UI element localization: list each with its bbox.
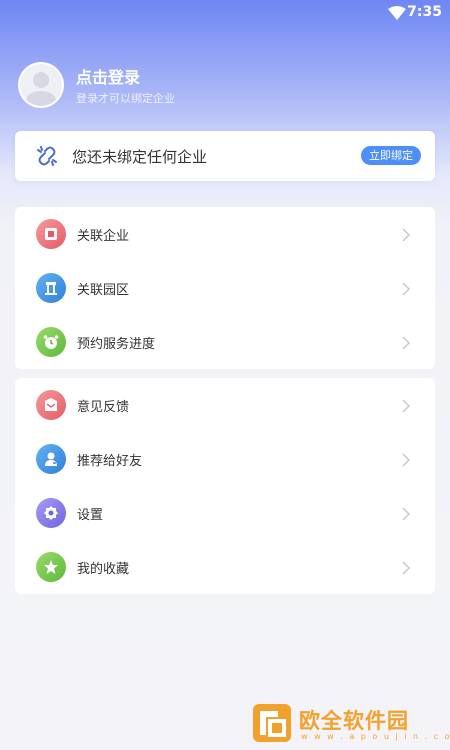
menu-item-label: 关联企业 [77, 229, 130, 244]
wifi-icon [388, 5, 406, 24]
chevron-right-icon [402, 452, 411, 471]
avatar-placeholder-icon[interactable] [18, 62, 64, 108]
star-icon [36, 552, 66, 582]
login-header[interactable]: 点击登录 登录才可以绑定企业 [18, 62, 318, 110]
chevron-right-icon [402, 398, 411, 417]
chevron-right-icon [402, 281, 411, 300]
watermark-text: 欧全软件园 [299, 709, 409, 733]
menu-item-recommend-friend[interactable]: 推荐给好友 [15, 432, 435, 486]
chevron-right-icon [402, 560, 411, 579]
menu-group-2: 意见反馈 推荐给好友 设置 我的收藏 [15, 378, 435, 594]
feedback-icon [36, 390, 66, 420]
gear-icon [36, 498, 66, 528]
menu-item-feedback[interactable]: 意见反馈 [15, 378, 435, 432]
login-subtitle: 登录才可以绑定企业 [76, 92, 175, 105]
bind-status-text: 您还未绑定任何企业 [72, 148, 208, 166]
menu-item-service-progress[interactable]: 预约服务进度 [15, 315, 435, 369]
share-user-icon [36, 444, 66, 474]
status-time: 7:35 [407, 4, 442, 20]
login-title[interactable]: 点击登录 [76, 64, 140, 88]
menu-group-1: 关联企业 关联园区 预约服务进度 [15, 207, 435, 369]
chevron-right-icon [402, 227, 411, 246]
menu-item-related-park[interactable]: 关联园区 [15, 261, 435, 315]
link-icon [34, 144, 60, 172]
chevron-right-icon [402, 335, 411, 354]
watermark-logo-icon [252, 703, 292, 743]
watermark-url: w w w . a p o u j i n . c o m [301, 732, 450, 741]
park-icon [36, 273, 66, 303]
status-bar: 7:35 [0, 0, 450, 26]
bind-enterprise-card: 您还未绑定任何企业 立即绑定 [15, 131, 435, 181]
menu-item-label: 我的收藏 [77, 562, 130, 577]
watermark: 欧全软件园 w w w . a p o u j i n . c o m [252, 703, 450, 745]
menu-item-favorites[interactable]: 我的收藏 [15, 540, 435, 594]
menu-item-label: 推荐给好友 [77, 454, 143, 469]
menu-item-label: 关联园区 [77, 283, 130, 298]
menu-item-related-enterprise[interactable]: 关联企业 [15, 207, 435, 261]
menu-item-label: 意见反馈 [77, 400, 130, 415]
chevron-right-icon [402, 506, 411, 525]
alarm-clock-icon [36, 327, 66, 357]
bind-now-button[interactable]: 立即绑定 [361, 146, 421, 165]
menu-item-label: 预约服务进度 [77, 337, 156, 352]
building-icon [36, 219, 66, 249]
menu-item-label: 设置 [77, 508, 104, 523]
menu-item-settings[interactable]: 设置 [15, 486, 435, 540]
